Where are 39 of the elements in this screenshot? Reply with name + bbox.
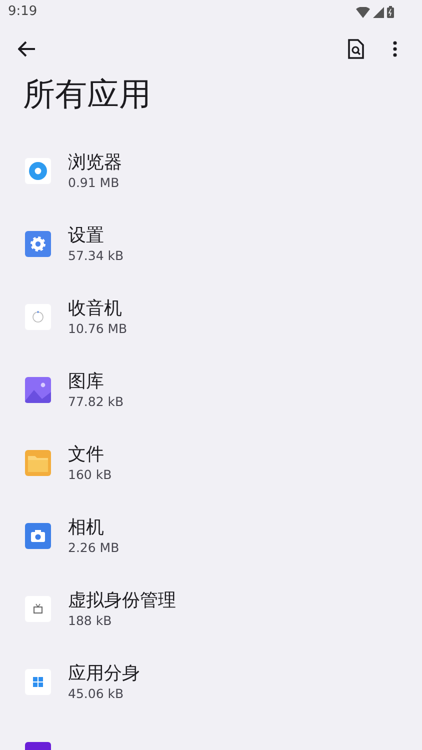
- grid-icon: [25, 668, 51, 694]
- app-list-item[interactable]: 相机 2.26 MB: [0, 499, 422, 572]
- more-icon: [393, 41, 397, 57]
- app-name: 设置: [68, 224, 105, 248]
- app-size: 188 kB: [68, 612, 113, 628]
- app-size: 2.26 MB: [68, 540, 120, 556]
- document-search-icon: [348, 39, 364, 59]
- app-size: 160 kB: [68, 466, 112, 482]
- folder-icon: [25, 450, 51, 476]
- app-size: 45.06 kB: [68, 686, 125, 702]
- browser-icon: [25, 158, 51, 184]
- wifi-icon: [356, 6, 370, 18]
- status-time: 9:19: [8, 3, 38, 22]
- back-arrow-icon: [18, 41, 36, 57]
- tv-icon: [25, 596, 51, 622]
- gear-icon: [25, 230, 51, 256]
- app-name: 应用分身: [68, 662, 140, 686]
- app-size: 77.82 kB: [68, 394, 124, 410]
- app-list-item[interactable]: 设置 57.34 kB: [0, 207, 422, 280]
- app-list-item[interactable]: 应用分身 45.06 kB: [0, 645, 422, 718]
- app-list-item[interactable]: 收音机 10.76 MB: [0, 280, 422, 353]
- camera-icon: [25, 522, 51, 548]
- app-list-item[interactable]: 文件 160 kB: [0, 426, 422, 499]
- app-size: 0.91 MB: [68, 174, 120, 190]
- app-size: 57.34 kB: [68, 248, 124, 264]
- app-name: 图库: [68, 370, 105, 394]
- app-name: 浏览器: [68, 150, 122, 174]
- app-list-item[interactable]: 浏览器 0.91 MB: [0, 134, 422, 207]
- app-size: 10.76 MB: [68, 320, 128, 336]
- app-name: 虚拟身份管理: [68, 588, 176, 612]
- app-list-item[interactable]: 图库 77.82 kB: [0, 353, 422, 426]
- app-name: 相机: [68, 516, 105, 540]
- signal-icon: [373, 6, 384, 18]
- page-title: 所有应用: [22, 74, 152, 114]
- app-list-item[interactable]: 虚拟身份管理 188 kB: [0, 572, 422, 645]
- battery-icon: [387, 6, 394, 18]
- app-name: 文件: [68, 442, 105, 466]
- app-name: 收音机: [68, 296, 123, 320]
- gallery-icon: [25, 376, 51, 402]
